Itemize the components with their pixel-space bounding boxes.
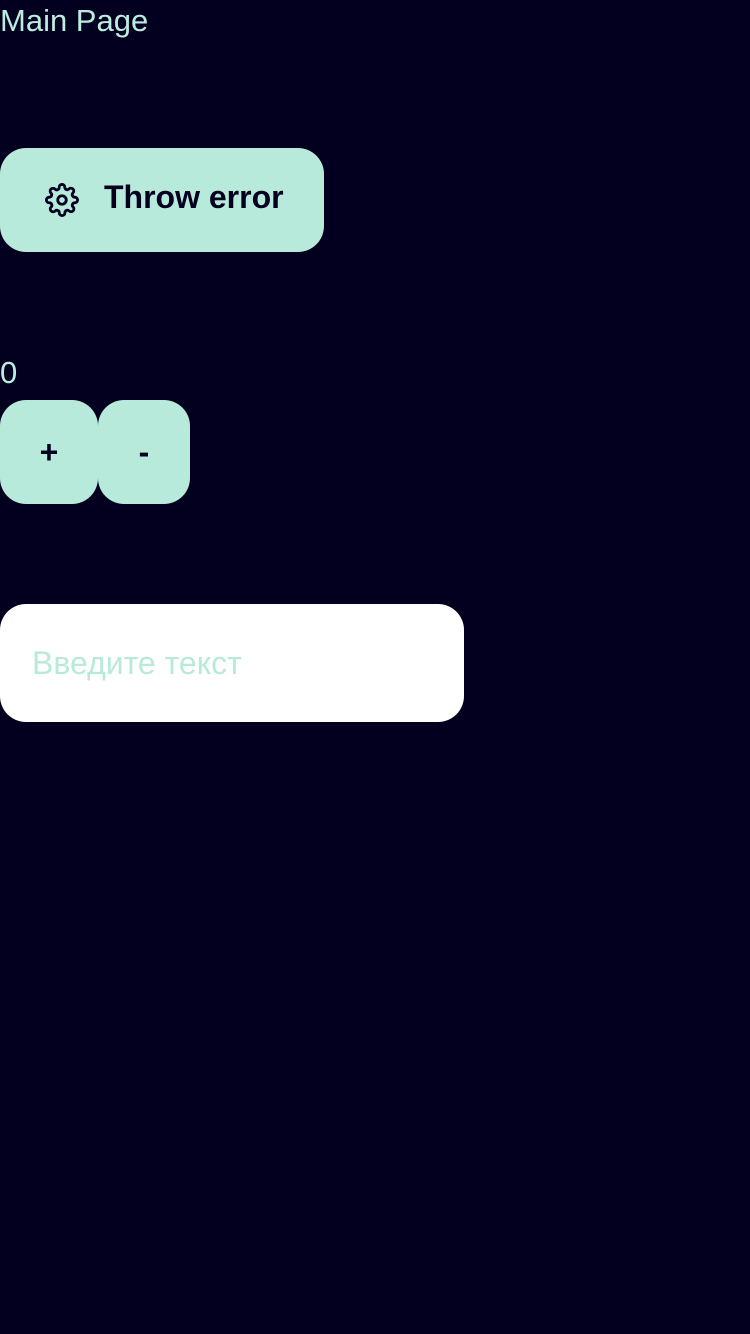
increment-button[interactable]: + <box>0 400 98 504</box>
counter-value: 0 <box>0 355 18 390</box>
page-title: Main Page <box>0 3 149 38</box>
decrement-button[interactable]: - <box>98 400 190 504</box>
gear-icon <box>45 183 79 217</box>
throw-error-label: Throw error <box>104 178 284 215</box>
throw-error-button[interactable]: Throw error <box>0 148 324 252</box>
text-input[interactable] <box>0 604 464 722</box>
